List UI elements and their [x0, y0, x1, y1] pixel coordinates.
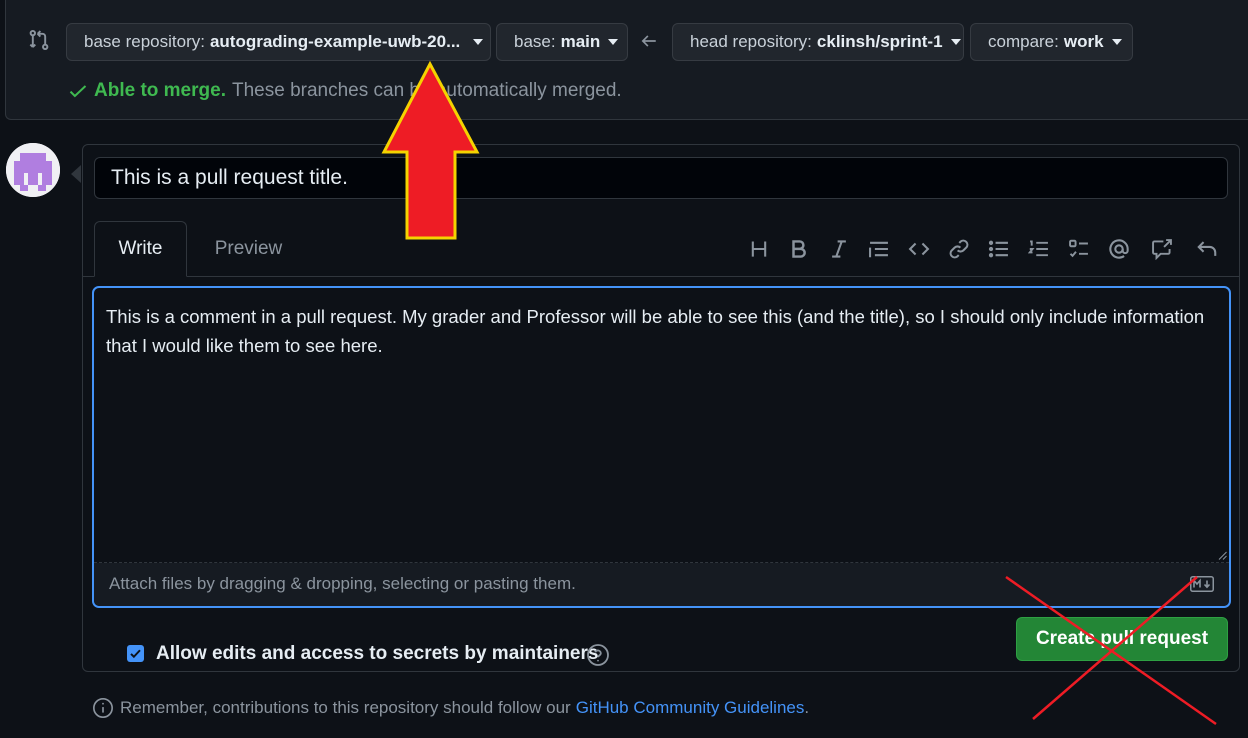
base-branch-select[interactable]: base: main: [496, 23, 628, 61]
arrow-left-icon: [641, 35, 656, 47]
community-guidelines-link[interactable]: GitHub Community Guidelines: [576, 698, 805, 718]
identicon-icon: [6, 143, 60, 197]
quote-icon[interactable]: [868, 238, 890, 260]
chevron-down-icon: [950, 39, 961, 45]
compare-branch-value: work: [1063, 32, 1104, 51]
link-icon[interactable]: [948, 238, 970, 260]
avatar-pointer: [71, 165, 81, 183]
tab-preview[interactable]: Preview: [200, 221, 297, 277]
contribution-note-period: .: [804, 698, 810, 717]
head-repository-value: cklinsh/sprint-1: [816, 32, 943, 51]
check-icon: [69, 85, 87, 98]
checkmark-icon: [130, 649, 141, 659]
task-list-icon[interactable]: [1068, 238, 1090, 260]
allow-edits-label: Allow edits and access to secrets by mai…: [156, 643, 599, 664]
base-branch-value: main: [560, 32, 601, 51]
compare-branch-label: compare:: [988, 32, 1059, 51]
git-compare-icon: [29, 29, 49, 51]
markdown-icon: [1190, 576, 1214, 592]
resize-handle-icon[interactable]: [1218, 551, 1227, 560]
attach-files-hint: Attach files by dragging & dropping, sel…: [109, 574, 576, 593]
allow-edits-checkbox[interactable]: [127, 645, 144, 662]
title-input[interactable]: [94, 157, 1228, 199]
contribution-note: Remember, contributions to this reposito…: [92, 697, 809, 719]
mention-icon[interactable]: [1108, 238, 1130, 260]
code-icon[interactable]: [908, 238, 930, 260]
head-repository-label: head repository:: [690, 32, 812, 51]
base-branch-label: base:: [514, 32, 556, 51]
cross-reference-icon[interactable]: [1151, 238, 1173, 261]
tab-write[interactable]: Write: [94, 221, 187, 277]
base-repository-value: autograding-example-uwb-20...: [209, 32, 461, 51]
create-pull-request-button[interactable]: Create pull request: [1016, 617, 1228, 661]
chevron-down-icon: [608, 39, 619, 45]
head-repository-select[interactable]: head repository: cklinsh/sprint-1: [672, 23, 964, 61]
numbered-list-icon[interactable]: [1027, 238, 1050, 260]
merge-status: Able to merge. These branches can be aut…: [68, 80, 622, 102]
bulleted-list-icon[interactable]: [988, 238, 1010, 260]
question-icon[interactable]: [586, 643, 610, 667]
contribution-note-text: Remember, contributions to this reposito…: [120, 698, 571, 717]
comment-text: This is a comment in a pull request. My …: [106, 306, 1205, 356]
chevron-down-icon: [473, 39, 484, 45]
base-repository-select[interactable]: base repository: autograding-example-uwb…: [66, 23, 491, 61]
compare-branch-select[interactable]: compare: work: [970, 23, 1133, 61]
merge-status-detail: These branches can be automatically merg…: [231, 80, 622, 101]
chevron-down-icon: [1111, 39, 1122, 45]
italic-icon[interactable]: [828, 238, 850, 260]
heading-icon[interactable]: [748, 238, 770, 260]
base-repository-label: base repository:: [84, 32, 205, 51]
undo-icon[interactable]: [1196, 238, 1218, 260]
info-icon: [93, 698, 113, 718]
attach-divider: [94, 562, 1229, 563]
merge-status-text: Able to merge.: [94, 80, 226, 101]
avatar[interactable]: [6, 143, 60, 197]
bold-icon[interactable]: [788, 238, 810, 260]
